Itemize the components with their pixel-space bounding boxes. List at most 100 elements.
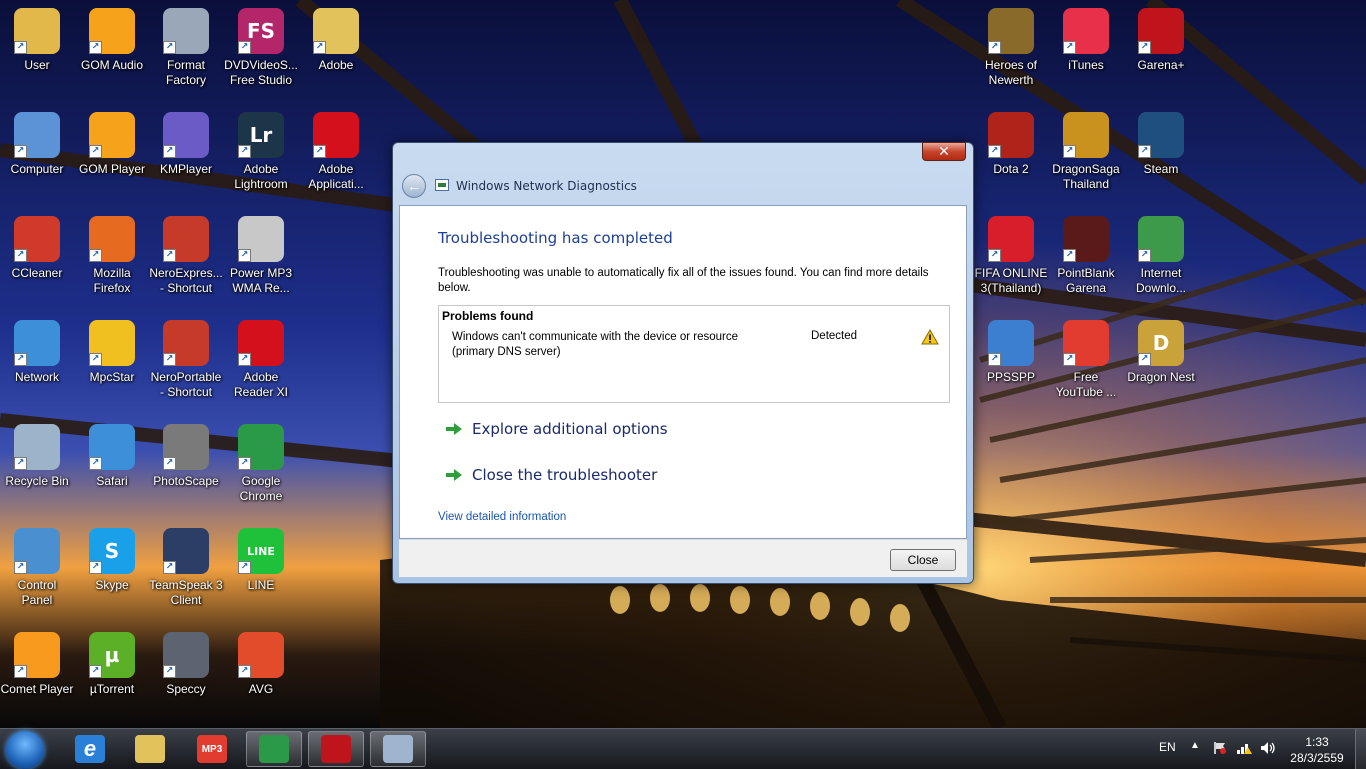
shortcut-arrow-icon: ↗ [1063, 249, 1076, 262]
itunes-shortcut[interactable]: ↗ iTunes [1049, 4, 1123, 73]
steam-icon: ↗ [1138, 112, 1184, 158]
skype-shortcut[interactable]: S ↗ Skype [75, 524, 149, 593]
gom-player-shortcut[interactable]: ↗ GOM Player [75, 108, 149, 177]
back-arrow-icon[interactable]: ← [402, 174, 426, 198]
user-folder-shortcut[interactable]: ↗ User [0, 4, 74, 73]
shortcut-arrow-icon: ↗ [89, 145, 102, 158]
format-factory-shortcut[interactable]: ↗ Format Factory [149, 4, 223, 88]
network-shortcut[interactable]: ↗ Network [0, 316, 74, 385]
desktop-icon-label: Adobe [318, 58, 354, 72]
idm-shortcut[interactable]: ↗ Internet Downlo... [1124, 212, 1198, 296]
view-detailed-information-link[interactable]: View detailed information [438, 511, 566, 523]
dragonsaga-shortcut[interactable]: ↗ DragonSaga Thailand [1049, 108, 1123, 192]
computer-shortcut[interactable]: ↗ Computer [0, 108, 74, 177]
network-diagnostics-taskbar-button[interactable] [370, 731, 426, 767]
idm-icon: ↗ [1138, 216, 1184, 262]
photoscape-shortcut[interactable]: ↗ PhotoScape [149, 420, 223, 489]
dragon-nest-icon: D ↗ [1138, 320, 1184, 366]
comet-player-shortcut[interactable]: ↗ Comet Player [0, 628, 74, 697]
free-youtube-shortcut[interactable]: ↗ Free YouTube ... [1049, 316, 1123, 400]
clock-time[interactable]: 1:33 [1290, 735, 1344, 749]
network-diagnostics-icon [435, 179, 449, 191]
desktop-icon-label: Power MP3 WMA Re... [229, 266, 293, 295]
control-panel-shortcut[interactable]: ↗ Control Panel [0, 524, 74, 608]
pointblank-shortcut[interactable]: ↗ PointBlank Garena [1049, 212, 1123, 296]
internet-explorer-button[interactable]: e [62, 731, 118, 767]
lightroom-shortcut[interactable]: Lr ↗ Adobe Lightroom [224, 108, 298, 192]
dota2-shortcut[interactable]: ↗ Dota 2 [974, 108, 1048, 177]
windows-explorer-icon [135, 735, 165, 763]
ccleaner-shortcut[interactable]: ↗ CCleaner [0, 212, 74, 281]
power-mp3-shortcut[interactable]: ↗ Power MP3 WMA Re... [224, 212, 298, 296]
garena-icon: ↗ [1138, 8, 1184, 54]
show-hidden-icons-button[interactable]: ▲ [1190, 740, 1200, 751]
window-close-button[interactable]: ✕ [922, 142, 966, 161]
shortcut-arrow-icon: ↗ [238, 249, 251, 262]
utorrent-icon: µ ↗ [89, 632, 135, 678]
dvdvideosoft-shortcut[interactable]: FS ↗ DVDVideoS... Free Studio [224, 4, 298, 88]
teamspeak-icon: ↗ [163, 528, 209, 574]
shortcut-arrow-icon: ↗ [14, 561, 27, 574]
problems-found-title: Problems found [442, 309, 534, 323]
desktop-icon-label: KMPlayer [159, 162, 212, 176]
network-warning-icon[interactable] [1236, 741, 1252, 755]
shortcut-arrow-icon: ↗ [238, 353, 251, 366]
teamspeak-shortcut[interactable]: ↗ TeamSpeak 3 Client [149, 524, 223, 608]
shortcut-arrow-icon: ↗ [1063, 41, 1076, 54]
nero-express-shortcut[interactable]: ↗ NeroExpres... - Shortcut [149, 212, 223, 296]
desktop-icon-label: CCleaner [11, 266, 63, 280]
windows-explorer-button[interactable] [122, 731, 178, 767]
gom-audio-icon: ↗ [89, 8, 135, 54]
mpcstar-shortcut[interactable]: ↗ MpcStar [75, 316, 149, 385]
action-center-flag-icon[interactable] [1212, 741, 1228, 755]
ppsspp-shortcut[interactable]: ↗ PPSSPP [974, 316, 1048, 385]
language-indicator[interactable]: EN [1159, 740, 1176, 754]
volume-icon[interactable] [1260, 741, 1276, 755]
chrome-shortcut[interactable]: ↗ Google Chrome [224, 420, 298, 504]
shortcut-arrow-icon: ↗ [14, 41, 27, 54]
desktop-icon-label: Adobe Reader XI [233, 370, 289, 399]
fifa-online-shortcut[interactable]: ↗ FIFA ONLINE 3(Thailand) [974, 212, 1048, 296]
skype-icon: S ↗ [89, 528, 135, 574]
shortcut-arrow-icon: ↗ [14, 353, 27, 366]
desktop-icon-label: Network [14, 370, 59, 384]
garena-taskbar-icon [321, 735, 351, 763]
line-shortcut[interactable]: LINE ↗ LINE [224, 524, 298, 593]
adobe-folder-shortcut[interactable]: ↗ Adobe [299, 4, 373, 73]
shortcut-arrow-icon: ↗ [1138, 249, 1151, 262]
close-troubleshooter-link[interactable]: Close the troubleshooter [445, 466, 657, 484]
recycle-bin-icon: ↗ [14, 424, 60, 470]
garena-taskbar-button[interactable] [308, 731, 364, 767]
nero-portable-icon: ↗ [163, 320, 209, 366]
adobe-application-shortcut[interactable]: ↗ Adobe Applicati... [299, 108, 373, 192]
desktop-icon-label: AVG [248, 682, 274, 696]
show-desktop-button[interactable] [1355, 729, 1366, 769]
chrome-taskbar-button[interactable] [246, 731, 302, 767]
shortcut-arrow-icon: ↗ [163, 353, 176, 366]
explore-additional-options-link[interactable]: Explore additional options [445, 420, 668, 438]
firefox-shortcut[interactable]: ↗ Mozilla Firefox [75, 212, 149, 296]
steam-shortcut[interactable]: ↗ Steam [1124, 108, 1198, 177]
clock-date[interactable]: 28/3/2559 [1286, 751, 1348, 765]
utorrent-shortcut[interactable]: µ ↗ µTorrent [75, 628, 149, 697]
mp3-app-button[interactable]: MP3 [184, 731, 240, 767]
fifa-online-icon: ↗ [988, 216, 1034, 262]
nero-portable-shortcut[interactable]: ↗ NeroPortable - Shortcut [149, 316, 223, 400]
ppsspp-icon: ↗ [988, 320, 1034, 366]
recycle-bin-shortcut[interactable]: ↗ Recycle Bin [0, 420, 74, 489]
gom-audio-shortcut[interactable]: ↗ GOM Audio [75, 4, 149, 73]
desktop-icon-label: DVDVideoS... Free Studio [224, 58, 298, 87]
avg-shortcut[interactable]: ↗ AVG [224, 628, 298, 697]
safari-shortcut[interactable]: ↗ Safari [75, 420, 149, 489]
shortcut-arrow-icon: ↗ [14, 145, 27, 158]
desktop-icon-label: Free YouTube ... [1055, 370, 1117, 399]
dragon-nest-shortcut[interactable]: D ↗ Dragon Nest [1124, 316, 1198, 385]
garena-shortcut[interactable]: ↗ Garena+ [1124, 4, 1198, 73]
adobe-reader-shortcut[interactable]: ↗ Adobe Reader XI [224, 316, 298, 400]
speccy-shortcut[interactable]: ↗ Speccy [149, 628, 223, 697]
heroes-of-newerth-shortcut[interactable]: ↗ Heroes of Newerth [974, 4, 1048, 88]
shortcut-arrow-icon: ↗ [1138, 41, 1151, 54]
start-button[interactable] [6, 731, 44, 769]
close-button[interactable]: Close [890, 549, 956, 571]
kmplayer-shortcut[interactable]: ↗ KMPlayer [149, 108, 223, 177]
